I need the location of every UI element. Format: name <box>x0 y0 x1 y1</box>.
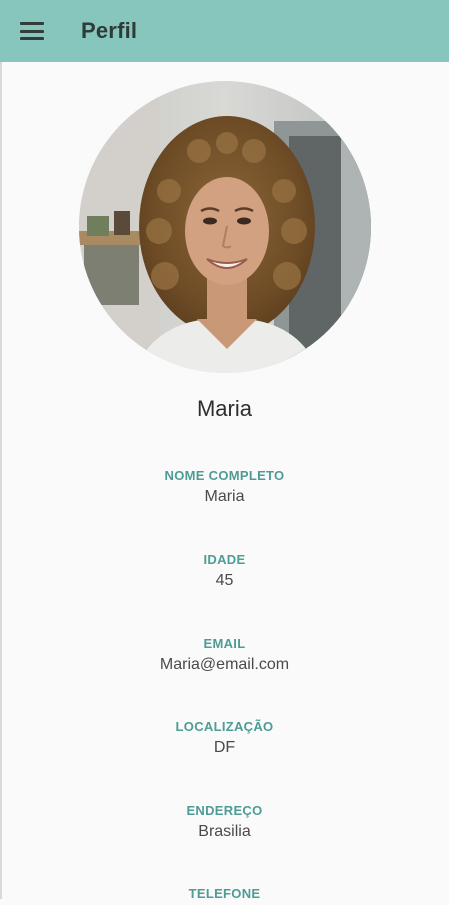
page-title: Perfil <box>81 18 138 43</box>
field-email: EMAIL Maria@email.com <box>0 636 449 675</box>
profile-name: Maria <box>196 396 252 421</box>
field-location: LOCALIZAÇÃO DF <box>0 719 449 758</box>
field-value: DF <box>213 739 236 756</box>
field-value: Brasilia <box>198 823 251 840</box>
field-label: LOCALIZAÇÃO <box>175 719 274 734</box>
hamburger-menu-icon[interactable] <box>20 22 44 40</box>
field-value: 45 <box>215 572 234 589</box>
field-age: IDADE 45 <box>0 552 449 591</box>
field-value: Maria@email.com <box>159 656 290 673</box>
field-phone: TELEFONE <box>0 886 449 905</box>
field-full-name: NOME COMPLETO Maria <box>0 468 449 507</box>
profile-photo <box>79 81 371 373</box>
app-bar: Perfil <box>0 0 449 62</box>
field-label: IDADE <box>203 552 246 567</box>
field-value: Maria <box>204 488 245 505</box>
field-label: NOME COMPLETO <box>164 468 285 483</box>
field-label: TELEFONE <box>188 886 261 901</box>
field-label: EMAIL <box>203 636 246 651</box>
field-label: ENDEREÇO <box>186 803 263 818</box>
field-address: ENDEREÇO Brasilia <box>0 803 449 842</box>
